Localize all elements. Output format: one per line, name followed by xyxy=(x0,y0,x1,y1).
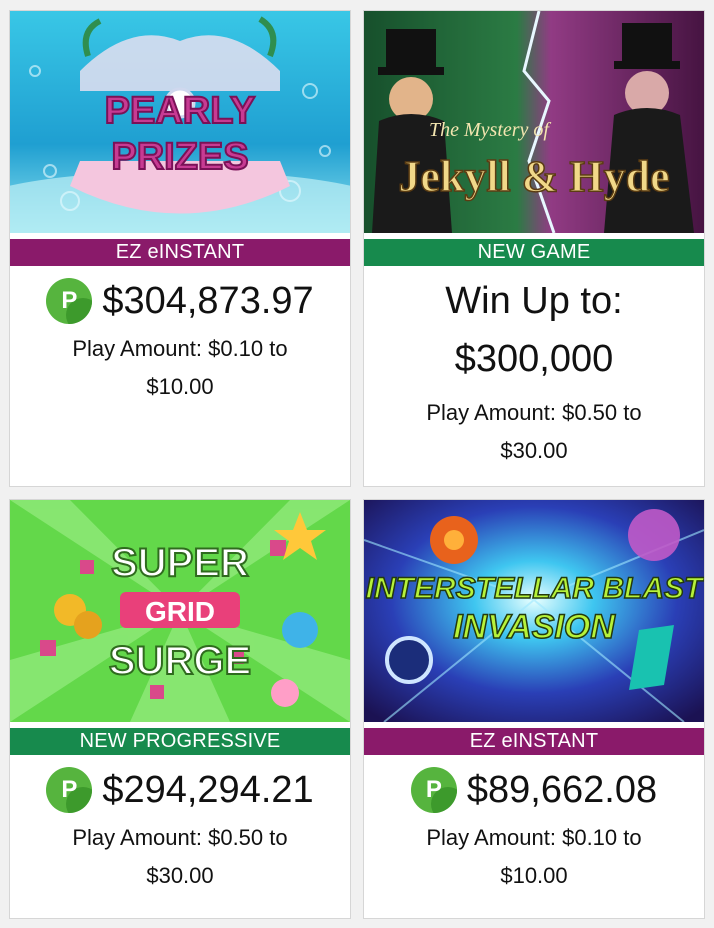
interstellar-title-line2: INVASION xyxy=(453,608,616,646)
pearly-title-line1: PEARLY xyxy=(105,90,256,132)
interstellar-title-line1: INTERSTELLAR BLAST xyxy=(366,572,704,605)
jekyll-title-small: The Mystery of xyxy=(429,119,551,141)
progressive-jackpot-icon: P xyxy=(46,278,93,324)
jekyll-title-large: Jekyll & Hyde xyxy=(398,152,669,201)
play-amount: Play Amount: $0.10 to $10.00 xyxy=(426,825,642,888)
surge-title-line2: GRID xyxy=(145,596,215,627)
category-badge: NEW GAME xyxy=(364,239,704,266)
win-up-to: Win Up to: $300,000 xyxy=(445,280,623,380)
game-art-jekyll-hyde[interactable]: The Mystery of Jekyll & Hyde xyxy=(364,11,704,233)
game-art-pearly-prizes[interactable]: PEARLY PRIZES xyxy=(10,11,350,233)
category-badge: EZ eINSTANT xyxy=(10,239,350,266)
game-card-pearly-prizes[interactable]: PEARLY PRIZES EZ eINSTANT P $304,873.97 … xyxy=(9,10,351,487)
category-badge: NEW PROGRESSIVE xyxy=(10,728,350,755)
jackpot-amount: $304,873.97 xyxy=(102,279,314,322)
game-card-interstellar-blast[interactable]: INTERSTELLAR BLAST INVASION EZ eINSTANT … xyxy=(363,499,705,919)
game-card-super-grid-surge[interactable]: SUPER GRID SURGE NEW PROGRESSIVE P $294,… xyxy=(9,499,351,919)
game-art-super-grid-surge[interactable]: SUPER GRID SURGE xyxy=(10,500,350,722)
progressive-jackpot-icon: P xyxy=(46,767,93,813)
game-art-interstellar-blast[interactable]: INTERSTELLAR BLAST INVASION xyxy=(364,500,704,722)
jackpot-amount: $294,294.21 xyxy=(102,768,314,811)
surge-title-line3: SURGE xyxy=(109,639,251,683)
category-badge: EZ eINSTANT xyxy=(364,728,704,755)
play-amount: Play Amount: $0.10 to $10.00 xyxy=(72,336,288,399)
pearly-title-line2: PRIZES xyxy=(111,136,248,178)
play-amount: Play Amount: $0.50 to $30.00 xyxy=(72,825,288,888)
progressive-jackpot-icon: P xyxy=(410,767,457,813)
play-amount: Play Amount: $0.50 to $30.00 xyxy=(426,400,642,463)
game-card-jekyll-hyde[interactable]: The Mystery of Jekyll & Hyde NEW GAME Wi… xyxy=(363,10,705,487)
jackpot-amount: $89,662.08 xyxy=(466,768,658,811)
surge-title-line1: SUPER xyxy=(111,541,249,585)
